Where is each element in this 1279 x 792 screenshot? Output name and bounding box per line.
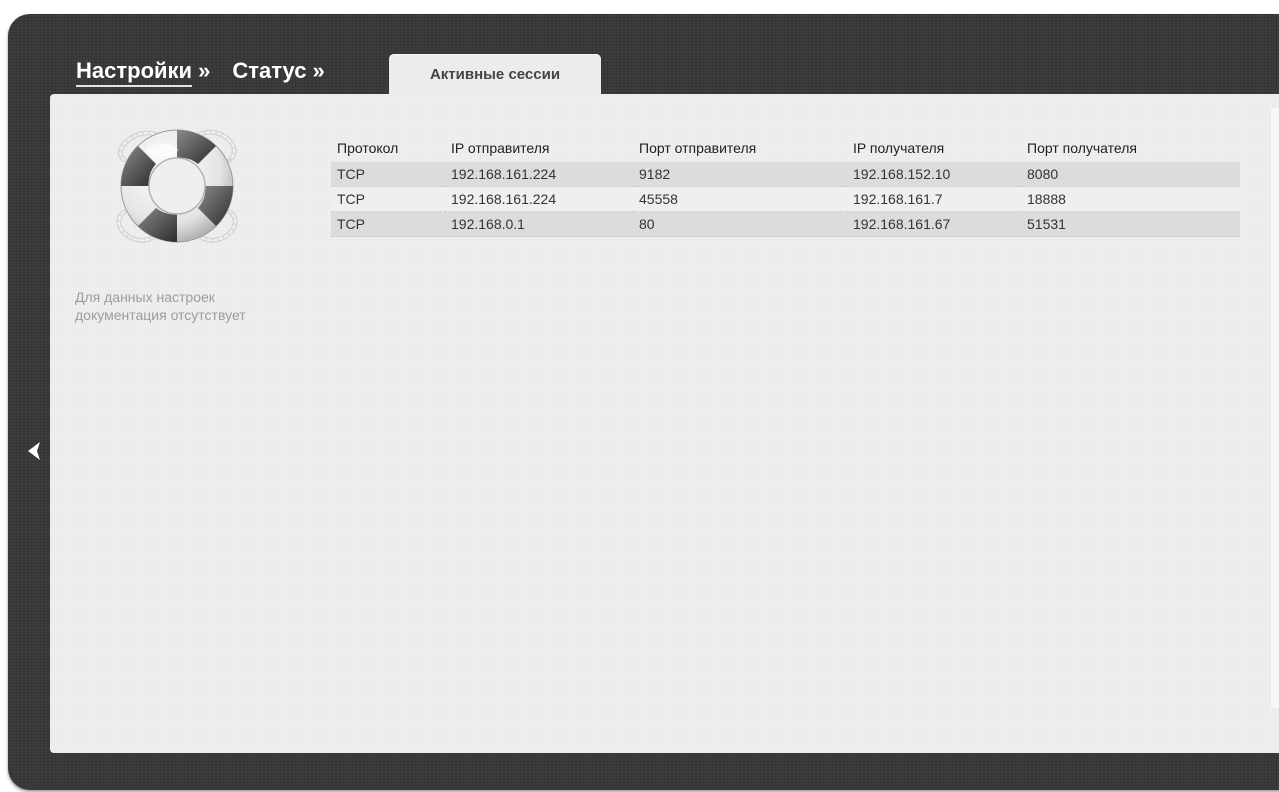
cell-protocol: TCP bbox=[331, 186, 445, 212]
breadcrumb-settings-link[interactable]: Настройки bbox=[76, 58, 193, 87]
cell-source-port: 45558 bbox=[633, 186, 847, 212]
cell-destination-port: 18888 bbox=[1021, 186, 1240, 212]
cell-source-ip: 192.168.161.224 bbox=[445, 162, 633, 187]
cell-destination-ip: 192.168.152.10 bbox=[847, 162, 1021, 187]
table-header-row: Протокол IP отправителя Порт отправителя… bbox=[331, 134, 1240, 162]
sessions-table: Протокол IP отправителя Порт отправителя… bbox=[331, 134, 1240, 237]
column-header-source-ip[interactable]: IP отправителя bbox=[445, 134, 633, 162]
table-row: TCP 192.168.0.1 80 192.168.161.67 51531 bbox=[331, 211, 1240, 237]
cell-destination-ip: 192.168.161.7 bbox=[847, 186, 1021, 212]
lifebuoy-icon bbox=[116, 129, 238, 243]
table-row: TCP 192.168.161.224 9182 192.168.152.10 … bbox=[331, 162, 1240, 187]
cell-source-port: 80 bbox=[633, 211, 847, 237]
breadcrumb: Настройки » Статус » bbox=[76, 58, 325, 87]
column-header-destination-port[interactable]: Порт получателя bbox=[1021, 134, 1240, 162]
breadcrumb-separator: » bbox=[312, 58, 325, 83]
column-header-destination-ip[interactable]: IP получателя bbox=[847, 134, 1021, 162]
breadcrumb-separator: » bbox=[198, 58, 211, 83]
column-header-protocol[interactable]: Протокол bbox=[331, 134, 445, 162]
chevron-left-icon[interactable] bbox=[24, 440, 42, 462]
cell-destination-ip: 192.168.161.67 bbox=[847, 211, 1021, 237]
cell-source-ip: 192.168.0.1 bbox=[445, 211, 633, 237]
tab-active-sessions[interactable]: Активные сессии bbox=[389, 54, 601, 94]
cell-source-ip: 192.168.161.224 bbox=[445, 186, 633, 212]
content-panel: Для данных настроек документация отсутст… bbox=[50, 94, 1279, 753]
cell-protocol: TCP bbox=[331, 211, 445, 237]
column-header-source-port[interactable]: Порт отправителя bbox=[633, 134, 847, 162]
cell-protocol: TCP bbox=[331, 162, 445, 187]
cell-source-port: 9182 bbox=[633, 162, 847, 187]
table-row: TCP 192.168.161.224 45558 192.168.161.7 … bbox=[331, 186, 1240, 212]
help-text: Для данных настроек документация отсутст… bbox=[75, 289, 246, 323]
scrollbar-edge bbox=[1271, 108, 1279, 708]
cell-destination-port: 51531 bbox=[1021, 211, 1240, 237]
breadcrumb-status-link[interactable]: Статус bbox=[232, 58, 306, 84]
cell-destination-port: 8080 bbox=[1021, 162, 1240, 187]
